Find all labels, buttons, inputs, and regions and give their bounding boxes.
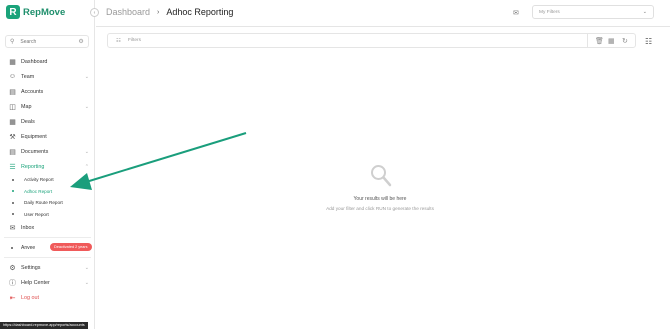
sidebar-item-dashboard[interactable]: ▦ Dashboard (0, 54, 95, 69)
bullet-icon (12, 190, 14, 193)
chevron-down-icon: ⌄ (84, 279, 89, 286)
sidebar-divider (4, 237, 91, 238)
sidebar-subitem-label: User Report (24, 211, 49, 217)
sidebar-item-documents[interactable]: ▤ Documents ⌄ (0, 144, 95, 159)
team-icon: ☺ (8, 73, 17, 80)
sidebar-item-label: Inbox (21, 224, 35, 231)
refresh-icon[interactable]: ↻ (622, 37, 628, 45)
sidebar-item-label: Team (21, 73, 35, 80)
documents-icon: ▤ (9, 148, 16, 156)
deals-icon: ▦ (9, 118, 16, 126)
filter-bar[interactable]: ☷ Filters 🗑 ▦ ↻ (107, 33, 636, 48)
my-filters-dropdown[interactable]: My Filters ⌄ (532, 5, 654, 19)
accounts-icon: ▤ (9, 88, 16, 96)
chevron-down-icon: ⌄ (84, 103, 89, 110)
sidebar-collapse-button[interactable]: ‹ (90, 8, 99, 17)
filter-icon: ☷ (116, 38, 121, 44)
sidebar-item-label: Help Center (21, 279, 50, 286)
sidebar-nav: ▦ Dashboard ☺ Team ⌄ ▤ Accounts ◫ Map ⌄ … (0, 54, 95, 305)
sidebar-subitem-label: Adhoc Report (24, 188, 53, 194)
sidebar-item-map[interactable]: ◫ Map ⌄ (0, 99, 95, 114)
chevron-down-icon: ⌄ (84, 73, 89, 80)
status-bar-url: https://dashboard.repmove.app/reports/ac… (0, 322, 88, 329)
user-name: Anvee (21, 244, 36, 251)
sidebar-divider (4, 257, 91, 258)
sidebar-item-reporting[interactable]: ☰ Reporting ⌃ (0, 159, 95, 174)
chevron-down-icon: ⌄ (84, 148, 89, 155)
breadcrumb: Dashboard › Adhoc Reporting (106, 7, 233, 17)
equipment-icon: ⚒ (9, 133, 16, 141)
sidebar-item-label: Reporting (21, 163, 45, 170)
empty-search-icon (371, 165, 392, 187)
sidebar: R RepMove ⚲ ⚙ ▦ Dashboard ☺ Team ⌄ ▤ Acc… (0, 0, 95, 329)
sidebar-subitem-label: Activity Report (24, 177, 54, 183)
sidebar-item-inbox[interactable]: ✉ Inbox (0, 220, 95, 235)
empty-state-title: Your results will be here (353, 196, 407, 202)
status-badge: Deactivated 2 years (50, 243, 92, 251)
filter-bar-label: Filters (128, 38, 142, 43)
search-icon: ⚲ (10, 39, 15, 45)
sidebar-item-label: Dashboard (21, 58, 48, 65)
sidebar-item-team[interactable]: ☺ Team ⌄ (0, 69, 95, 84)
my-filters-placeholder: My Filters (539, 9, 560, 15)
sidebar-user[interactable]: Anvee Deactivated 2 years (0, 240, 95, 255)
logout-icon: ⇤ (9, 294, 16, 302)
delete-icon[interactable]: 🗑 (595, 37, 604, 45)
sidebar-item-label: Deals (21, 118, 35, 125)
sidebar-search[interactable]: ⚲ ⚙ (5, 35, 89, 48)
sidebar-subitem-daily-route-report[interactable]: Daily Route Report (0, 197, 95, 209)
mail-icon[interactable]: ✉ (513, 9, 519, 17)
bullet-icon (12, 201, 14, 204)
search-input[interactable] (20, 38, 79, 45)
sidebar-subitem-user-report[interactable]: User Report (0, 209, 95, 221)
chevron-down-icon: ⌄ (84, 264, 89, 271)
columns-icon[interactable]: ☷ (645, 37, 652, 46)
brand-name: RepMove (23, 6, 66, 18)
reporting-icon: ☰ (9, 163, 16, 171)
sidebar-item-label: Map (21, 103, 32, 110)
sidebar-subitem-activity-report[interactable]: Activity Report (0, 174, 95, 186)
bullet-icon (11, 246, 13, 249)
help-icon: ⓘ (9, 279, 16, 287)
sidebar-subitem-label: Daily Route Report (24, 200, 63, 206)
sidebar-item-label: Accounts (21, 88, 44, 95)
sidebar-item-help-center[interactable]: ⓘ Help Center ⌄ (0, 275, 95, 290)
bullet-icon (12, 178, 14, 181)
empty-state-subtitle: Add your filter and click RUN to generat… (326, 206, 434, 211)
sidebar-item-deals[interactable]: ▦ Deals (0, 114, 95, 129)
dashboard-icon: ▦ (9, 58, 16, 66)
filter-toggle-icon[interactable]: ⚙ (78, 38, 83, 45)
brand-logo[interactable]: R RepMove (6, 5, 65, 19)
bullet-icon (12, 213, 14, 216)
breadcrumb-separator-icon: › (157, 8, 160, 16)
page-title: Adhoc Reporting (166, 7, 234, 17)
calendar-icon[interactable]: ▦ (608, 37, 615, 45)
top-header: Dashboard › Adhoc Reporting ✉ My Filters… (96, 0, 670, 27)
sidebar-item-label: Settings (21, 264, 41, 271)
annotation-arrow (70, 132, 247, 190)
app-root: R RepMove ⚲ ⚙ ▦ Dashboard ☺ Team ⌄ ▤ Acc… (0, 0, 670, 329)
chevron-up-icon: ⌃ (84, 163, 89, 170)
breadcrumb-dashboard-link[interactable]: Dashboard (106, 7, 150, 17)
sidebar-item-logout[interactable]: ⇤ Log out (0, 290, 95, 305)
settings-icon: ⚙ (9, 264, 16, 272)
sidebar-subitem-adhoc-report[interactable]: Adhoc Report (0, 186, 95, 198)
filter-bar-divider (587, 34, 588, 47)
sidebar-item-settings[interactable]: ⚙ Settings ⌄ (0, 260, 95, 275)
chevron-left-icon: ‹ (93, 9, 96, 16)
sidebar-item-label: Equipment (21, 133, 47, 140)
chevron-down-icon: ⌄ (642, 9, 647, 15)
sidebar-item-accounts[interactable]: ▤ Accounts (0, 84, 95, 99)
map-icon: ◫ (9, 103, 16, 111)
inbox-icon: ✉ (9, 224, 16, 232)
sidebar-item-label: Log out (21, 294, 39, 301)
sidebar-item-equipment[interactable]: ⚒ Equipment (0, 129, 95, 144)
sidebar-item-label: Documents (21, 148, 49, 155)
logo-mark-icon: R (6, 5, 20, 19)
